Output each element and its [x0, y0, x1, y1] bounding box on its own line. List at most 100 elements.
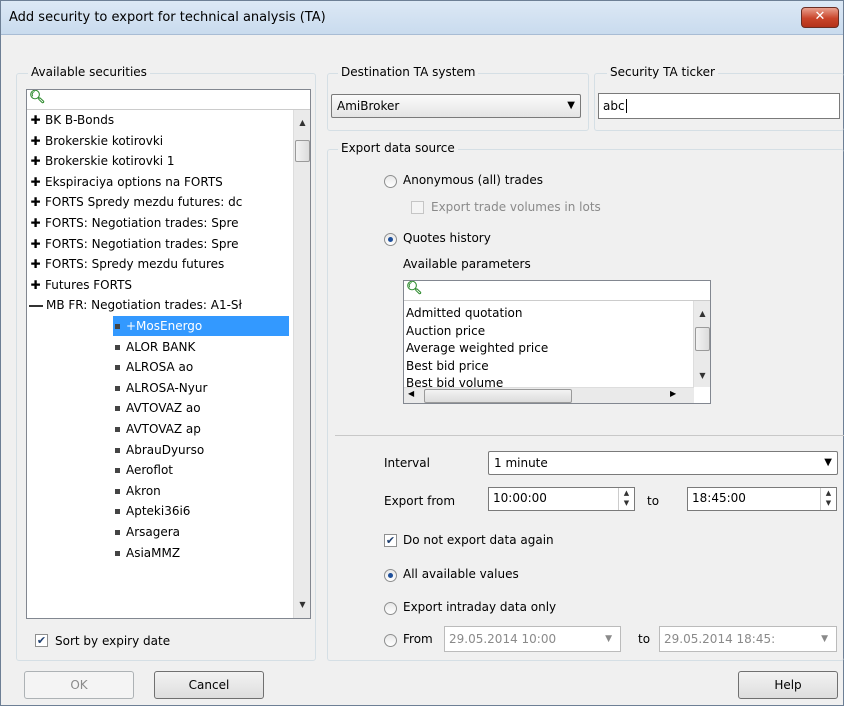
list-item[interactable]: ✚ Brokerskie kotirovki [29, 131, 163, 151]
dialog-window: Add security to export for technical ana… [0, 0, 844, 706]
list-item[interactable]: AbrauDyurso [113, 440, 204, 460]
scroll-down-arrow[interactable]: ▼ [294, 596, 310, 613]
ok-button[interactable]: OK [24, 671, 134, 699]
list-item-label: AVTOVAZ ap [126, 422, 201, 436]
anonymous-trades-radio[interactable] [384, 175, 397, 188]
scroll-down-arrow[interactable]: ▼ [694, 367, 710, 384]
no-export-again-checkbox[interactable]: ✔ [384, 534, 397, 547]
parameters-list[interactable]: 🔍︎ Admitted quotation Auction price Averag… [403, 280, 711, 404]
interval-select[interactable]: 1 minute ▼ [488, 451, 838, 475]
list-item[interactable]: ✚ FORTS: Negotiation trades: Spre [29, 213, 239, 233]
list-item-label: Futures FORTS [45, 277, 133, 292]
parameter-item[interactable]: Admitted quotation [406, 304, 522, 322]
securities-scrollbar[interactable]: ▲ ▼ [293, 110, 310, 618]
leaf-bullet-icon [115, 324, 120, 329]
list-item[interactable]: Apteki36i6 [113, 501, 190, 521]
destination-legend: Destination TA system [338, 65, 479, 79]
chevron-down-icon: ▼ [821, 634, 828, 644]
scroll-thumb[interactable] [295, 140, 310, 162]
parameter-item[interactable]: Best bid price [406, 357, 489, 375]
scroll-left-arrow[interactable]: ◀ [408, 389, 414, 398]
leaf-bullet-icon [115, 468, 120, 474]
parameter-item[interactable]: Average weighted price [406, 339, 548, 357]
securities-search-input[interactable]: 🔍︎ [27, 90, 310, 110]
list-item[interactable]: ✚ FORTS: Negotiation trades: Spre [29, 234, 238, 254]
destination-select[interactable]: AmiBroker ▼ [331, 94, 581, 118]
export-source-group [327, 149, 844, 661]
ticker-legend: Security TA ticker [607, 65, 718, 79]
list-item[interactable]: ALROSA-Nyur [113, 378, 207, 398]
check-icon: ✔ [36, 634, 47, 647]
all-values-radio[interactable] [384, 569, 397, 582]
list-item[interactable]: ALOR BANK [113, 337, 195, 357]
cancel-button[interactable]: Cancel [154, 671, 264, 699]
expand-plus-icon: ✚ [30, 236, 41, 251]
export-source-legend: Export data source [338, 141, 458, 155]
section-divider [335, 435, 844, 436]
list-item[interactable]: ✚ Brokerskie kotirovki 1 [29, 151, 175, 171]
close-button[interactable]: ✕ [801, 7, 839, 28]
leaf-bullet-icon [115, 406, 120, 412]
hscroll-thumb[interactable] [424, 389, 572, 403]
list-item[interactable]: +MosEnergo [113, 316, 289, 336]
list-item[interactable]: AVTOVAZ ap [113, 419, 201, 439]
list-item[interactable]: AsiaMMZ [113, 543, 180, 563]
parameters-search-input[interactable]: 🔍︎ [404, 281, 710, 301]
expand-plus-icon: ✚ [30, 216, 41, 230]
list-item-label: +MosEnergo [126, 319, 203, 333]
from-date-value: 29.05.2014 10:00 [449, 632, 557, 646]
list-item[interactable]: ✚ BK B-Bonds [29, 110, 114, 130]
export-to-time-input[interactable]: 18:45:00 ▲ ▼ [687, 487, 837, 511]
anonymous-trades-label: Anonymous (all) trades [403, 173, 544, 187]
trade-volumes-lots-checkbox[interactable] [411, 201, 424, 214]
list-item-label: AsiaMMZ [126, 545, 181, 560]
chevron-down-icon: ▼ [567, 100, 575, 111]
collapse-minus-icon [29, 304, 43, 307]
list-item[interactable]: Aeroflot [113, 460, 173, 480]
from-date-picker[interactable]: 29.05.2014 10:00 ▼ [444, 626, 621, 652]
list-item-label: MB FR: Negotiation trades: A1-Sł [46, 298, 242, 313]
ticker-input[interactable]: abc [598, 93, 840, 119]
from-range-radio[interactable] [384, 634, 397, 647]
to-date-picker[interactable]: 29.05.2014 18:45: ▼ [659, 626, 837, 652]
time-spinner[interactable]: ▲ ▼ [618, 488, 634, 510]
available-securities-legend: Available securities [28, 65, 150, 79]
list-item[interactable]: ALROSA ao [113, 357, 193, 377]
parameters-hscrollbar[interactable]: ◀ ▶ [404, 387, 694, 403]
expand-plus-icon: ✚ [30, 257, 41, 272]
list-item[interactable]: Akron [113, 481, 161, 501]
scroll-right-arrow[interactable]: ▶ [670, 389, 676, 398]
scroll-up-arrow[interactable]: ▲ [694, 305, 710, 322]
parameter-item[interactable]: Auction price [406, 322, 485, 340]
parameters-vscrollbar[interactable]: ▲ ▼ [693, 301, 710, 387]
time-spinner[interactable]: ▲ ▼ [820, 488, 836, 510]
title-bar: Add security to export for technical ana… [1, 1, 843, 35]
export-from-time-input[interactable]: 10:00:00 ▲ ▼ [488, 487, 635, 511]
expand-plus-icon: ✚ [30, 195, 41, 210]
sort-by-expiry-checkbox[interactable]: ✔ [35, 634, 48, 647]
list-item[interactable]: ✚ FORTS: Spredy mezdu futures [29, 254, 224, 274]
list-item[interactable]: MB FR: Negotiation trades: A1-Sł [29, 295, 242, 315]
list-item-label: Arsagera [126, 525, 181, 539]
securities-list[interactable]: 🔍︎ ✚ BK B-Bonds ✚ Brokerskie kotirovki ✚ Brok… [26, 89, 311, 619]
quotes-history-radio[interactable] [384, 233, 397, 246]
help-button[interactable]: Help [738, 671, 838, 699]
list-item[interactable]: Arsagera [113, 522, 180, 542]
intraday-only-label: Export intraday data only [403, 600, 557, 614]
expand-plus-icon: ✚ [30, 277, 41, 292]
list-item-label: ALROSA-Nyur [126, 380, 208, 395]
list-item-label: FORTS: Negotiation trades: Spre [45, 216, 239, 230]
list-item[interactable]: AVTOVAZ ao [113, 398, 201, 418]
list-item[interactable]: ✚ Futures FORTS [29, 275, 132, 295]
list-item-label: Brokerskie kotirovki 1 [45, 154, 175, 169]
list-item[interactable]: ✚ FORTS Spredy mezdu futures: dc [29, 192, 242, 212]
scroll-up-arrow[interactable]: ▲ [294, 114, 310, 131]
scroll-thumb[interactable] [695, 327, 710, 351]
chevron-down-icon: ▼ [824, 457, 832, 468]
interval-value: 1 minute [494, 456, 548, 470]
expand-plus-icon: ✚ [30, 113, 41, 127]
list-item[interactable]: ✚ Ekspiraciya options na FORTS [29, 172, 222, 192]
list-item-label: FORTS Spredy mezdu futures: dc [45, 195, 243, 210]
intraday-only-radio[interactable] [384, 602, 397, 615]
chevron-down-icon: ▼ [605, 634, 612, 644]
